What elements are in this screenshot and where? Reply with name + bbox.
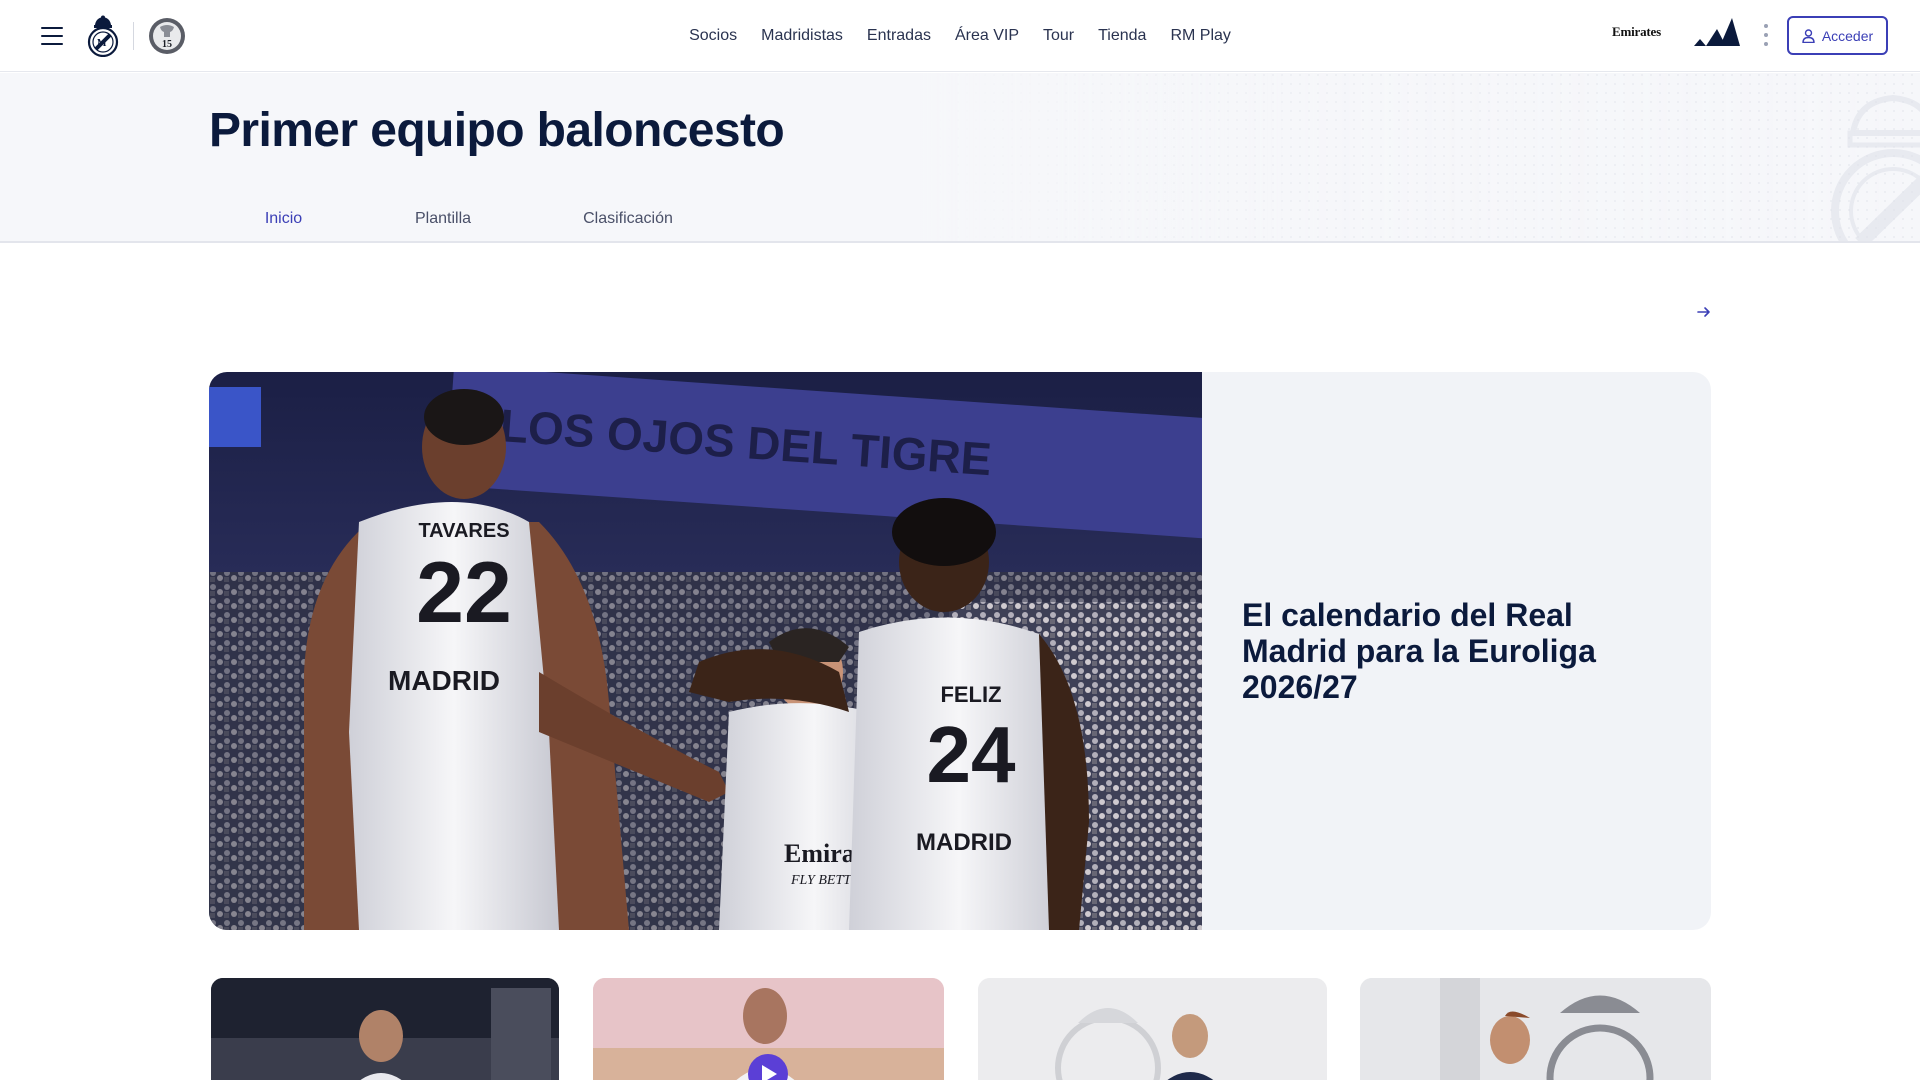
logo-divider <box>133 22 134 50</box>
news-card-2[interactable] <box>593 978 944 1080</box>
page-title: Primer equipo baloncesto <box>209 104 785 157</box>
news-card-3[interactable] <box>978 978 1327 1080</box>
tab-plantilla[interactable]: Plantilla <box>358 195 528 241</box>
basketball-players-photo: LOS OJOS DEL TIGRE TAVARES 22 MADRID Emi… <box>209 372 1202 930</box>
login-label: Acceder <box>1821 27 1874 44</box>
featured-image: LOS OJOS DEL TIGRE TAVARES 22 MADRID Emi… <box>209 372 1202 930</box>
nav-madridistas[interactable]: Madridistas <box>761 27 843 45</box>
real-madrid-crest-logo[interactable]: M <box>86 15 120 57</box>
player-front-madrid-2: MADRID <box>916 829 1012 856</box>
watermark-crest-icon <box>1831 94 1920 241</box>
news-card-3-image <box>978 978 1327 1080</box>
nav-rm-play[interactable]: RM Play <box>1170 27 1230 45</box>
nav-socios[interactable]: Socios <box>689 27 737 45</box>
section-header: Primer equipo baloncesto Inicio Plantill… <box>0 73 1920 243</box>
decorative-dot-pattern <box>920 73 1920 241</box>
news-card-4-image <box>1360 978 1711 1080</box>
user-icon <box>1802 28 1815 43</box>
tab-inicio[interactable]: Inicio <box>209 195 358 241</box>
featured-title[interactable]: El calendario del Real Madrid para la Eu… <box>1242 597 1682 705</box>
nav-tienda[interactable]: Tienda <box>1098 27 1146 45</box>
player-number-24: 24 <box>927 710 1016 799</box>
nav-tour[interactable]: Tour <box>1043 27 1074 45</box>
site-header: M 15 Socios Madridistas Entradas Área VI… <box>0 0 1920 72</box>
news-card-1-image <box>211 978 559 1080</box>
tab-clasificacion[interactable]: Clasificación <box>528 195 728 241</box>
news-card-2-image <box>593 978 944 1080</box>
section-tabs: Inicio Plantilla Clasificación <box>209 195 728 241</box>
player-number-22: 22 <box>416 545 512 641</box>
emirates-sponsor-logo[interactable]: Emirates <box>1612 24 1661 40</box>
adidas-logo-icon[interactable] <box>1692 17 1740 47</box>
fifteen-titles-badge-icon[interactable]: 15 <box>148 17 186 55</box>
badge-number: 15 <box>162 39 172 50</box>
player-name-tavares: TAVARES <box>418 520 509 542</box>
featured-news-card[interactable]: LOS OJOS DEL TIGRE TAVARES 22 MADRID Emi… <box>209 372 1711 930</box>
login-button[interactable]: Acceder <box>1787 16 1888 55</box>
featured-text-panel: El calendario del Real Madrid para la Eu… <box>1202 372 1711 930</box>
player-front-madrid-1: MADRID <box>388 665 500 696</box>
kebab-icon[interactable] <box>1762 24 1770 46</box>
news-card-4[interactable] <box>1360 978 1711 1080</box>
nav-area-vip[interactable]: Área VIP <box>955 27 1019 45</box>
hamburger-icon[interactable] <box>40 24 64 48</box>
nav-entradas[interactable]: Entradas <box>867 27 931 45</box>
player-name-feliz: FELIZ <box>940 682 1001 707</box>
arrow-right-icon[interactable] <box>1694 302 1714 322</box>
news-card-1[interactable] <box>211 978 559 1080</box>
svg-text:M: M <box>97 38 107 49</box>
